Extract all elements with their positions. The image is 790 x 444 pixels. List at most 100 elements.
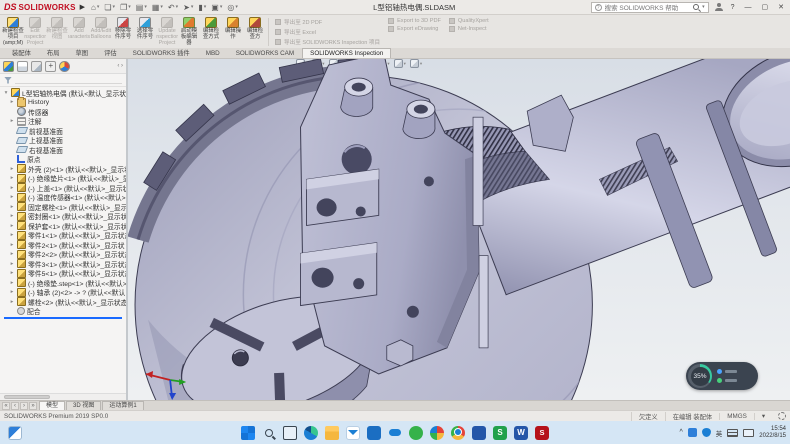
hud-tool-icon[interactable]: ▾ [361,59,373,68]
expand-arrow-icon[interactable]: ▸ [9,185,15,191]
command-tab[interactable]: SOLIDWORKS CAM [228,48,302,58]
hud-tool-icon[interactable]: ▾ [377,59,389,68]
expand-arrow-icon[interactable]: ▸ [9,204,15,210]
tree-item[interactable]: ▸ (-) 绝缘垫.step<1> (默认<<默认> [0,278,126,288]
taskbar-app-icon[interactable] [262,426,276,440]
tree-item[interactable]: ▸ 注解 [0,117,126,127]
expand-arrow-icon[interactable]: ▸ [9,270,15,276]
quick-access-button[interactable]: ❏▾ [104,3,115,12]
tree-item[interactable]: ▸ 螺栓<2> (默认<<默认>_显示状态 [0,297,126,307]
taskbar-app-icon[interactable]: W [514,426,528,440]
security-shield-icon[interactable] [702,428,711,437]
quick-access-button[interactable]: ◎▾ [227,3,238,12]
close-button[interactable]: ✕ [776,3,786,11]
ribbon-button[interactable]: Update Inspection Project [156,16,178,48]
tab-scroll-button[interactable]: » [29,402,37,410]
model-flange[interactable] [301,59,489,374]
units-gear-icon[interactable] [778,412,786,420]
quick-access-button[interactable]: ↶▾ [168,3,178,12]
export-menu-item[interactable]: 导出至 2D PDF [275,18,380,26]
ribbon-button[interactable]: 新建检查 视图 [46,16,68,48]
tree-item[interactable]: ▸ 固定螺栓<1> (默认<<默认>_显示 [0,202,126,212]
search-icon[interactable] [693,4,699,10]
tab-scroll-button[interactable]: « [2,402,10,410]
taskbar-app-icon[interactable] [304,426,318,440]
panel-tab-arrows[interactable]: ‹ › [117,63,123,69]
quick-access-button[interactable]: ▣▾ [211,3,222,12]
view-tab[interactable]: 3D 视图 [66,401,101,410]
ribbon-button[interactable]: Edit Inspection Project [24,16,46,48]
tree-filter-row[interactable] [0,74,126,87]
hud-tool-icon[interactable]: ▾ [410,59,422,68]
expand-arrow-icon[interactable]: ▸ [9,99,15,105]
taskbar-app-icon[interactable] [430,426,444,440]
ribbon-button[interactable]: 新建检查 项目 (amp;M) [2,16,24,48]
expand-arrow-icon[interactable]: ▸ [9,213,15,219]
tray-app-icon[interactable] [688,428,697,437]
command-tab[interactable]: SOLIDWORKS 插件 [125,46,198,58]
taskbar-app-icon[interactable] [388,426,402,440]
model-tube[interactable] [452,59,790,295]
tree-item[interactable]: ▸ (-) 绝缘垫片<1> (默认<<默认>_显 [0,174,126,184]
tree-item[interactable]: ▸ 零件1<1> (默认<<默认>_显示状态 [0,231,126,241]
export-menu-item[interactable]: 导出至 Excel [275,28,380,36]
taskbar-clock[interactable]: 15:54 2022/8/15 [759,426,786,440]
taskbar-app-icon[interactable] [472,426,486,440]
tree-item[interactable]: ▸ 外壳 (2)<1> (默认<<默认>_显示状 [0,164,126,174]
ribbon-button[interactable]: Add Characteristic [68,16,90,48]
expand-arrow-icon[interactable]: ▸ [9,118,15,124]
taskbar-app-icon[interactable] [409,426,423,440]
display-manager-tab-icon[interactable] [45,61,56,72]
ribbon-button[interactable]: 选择零 件序号 [134,16,156,48]
ribbon-button[interactable]: 编辑检 查方 [244,16,266,48]
expand-arrow-icon[interactable]: ▸ [9,223,15,229]
expand-arrow-icon[interactable]: ▸ [9,194,15,200]
export-menu-item[interactable]: 导出至 SOLIDWORKS Inspection 项目 [275,38,380,46]
model-chuck[interactable] [167,274,390,400]
help-button[interactable]: ? [729,4,737,11]
tree-item[interactable]: ▸ 零件2<2> (默认<<默认>_显示状态 [0,250,126,260]
hud-tool-icon[interactable]: ▾ [312,59,324,68]
featuremanager-tree-tab-icon[interactable] [3,61,14,72]
menu-flyout-arrow[interactable]: ▶ [80,3,85,11]
tree-item[interactable]: ▸ (-) 上盖<1> (默认<<默认>_显示状 [0,183,126,193]
tree-item[interactable]: ▸ 零件2<1> (默认<<默认>_显示状 [0,240,126,250]
export-menu-item[interactable]: Export to 3D PDF [388,18,441,24]
quick-access-button[interactable]: ➤▾ [183,3,193,12]
quick-access-button[interactable]: ❐▾ [120,3,131,12]
expand-arrow-icon[interactable]: ▸ [9,289,15,295]
widgets-icon[interactable] [8,426,22,440]
model-heater-core[interactable] [374,126,549,299]
scrollbar-thumb[interactable] [4,395,50,399]
ribbon-button[interactable]: Add/Edit Balloons [90,16,112,48]
cam-tree-tab-icon[interactable] [59,61,70,72]
filter-input[interactable] [15,77,122,84]
tree-item[interactable]: 上视基准面 [0,136,126,146]
taskbar-app-icon[interactable]: S [493,426,507,440]
quick-access-button[interactable]: ▤▾ [136,3,147,12]
touch-keyboard-icon[interactable] [727,429,738,437]
tree-item[interactable]: ▸ (-) 轴承 (2)<2> -> ? (默认<<默认 [0,288,126,298]
command-tab[interactable]: 草图 [67,46,96,58]
panel-horizontal-scrollbar[interactable] [0,393,126,400]
search-dropdown-caret[interactable]: ▾ [702,4,705,10]
configuration-manager-tab-icon[interactable] [17,61,28,72]
ribbon-button[interactable]: 启动模 板编辑 器 [178,16,200,48]
ribbon-button[interactable]: 移除零 件序号 [112,16,134,48]
expand-arrow-icon[interactable]: ▸ [9,251,15,257]
tree-item[interactable]: 传感器 [0,107,126,117]
expand-arrow-icon[interactable]: ▸ [9,261,15,267]
ribbon-button[interactable]: 编辑检 查方式 [200,16,222,48]
user-account-icon[interactable] [715,3,723,11]
expand-arrow-icon[interactable]: ▸ [9,299,15,305]
command-tab[interactable]: MBD [198,48,228,58]
taskbar-app-icon[interactable] [346,426,360,440]
expand-arrow-icon[interactable]: ▸ [9,166,15,172]
screen-recorder-widget[interactable]: 35% [686,362,758,390]
quick-access-button[interactable]: ▦▾ [152,3,163,12]
dimxpert-manager-tab-icon[interactable] [31,61,42,72]
taskbar-app-icon[interactable] [367,426,381,440]
hud-tool-icon[interactable]: ▾ [345,59,357,68]
model-housing[interactable] [135,59,675,400]
tree-item[interactable]: 右视基准面 [0,145,126,155]
